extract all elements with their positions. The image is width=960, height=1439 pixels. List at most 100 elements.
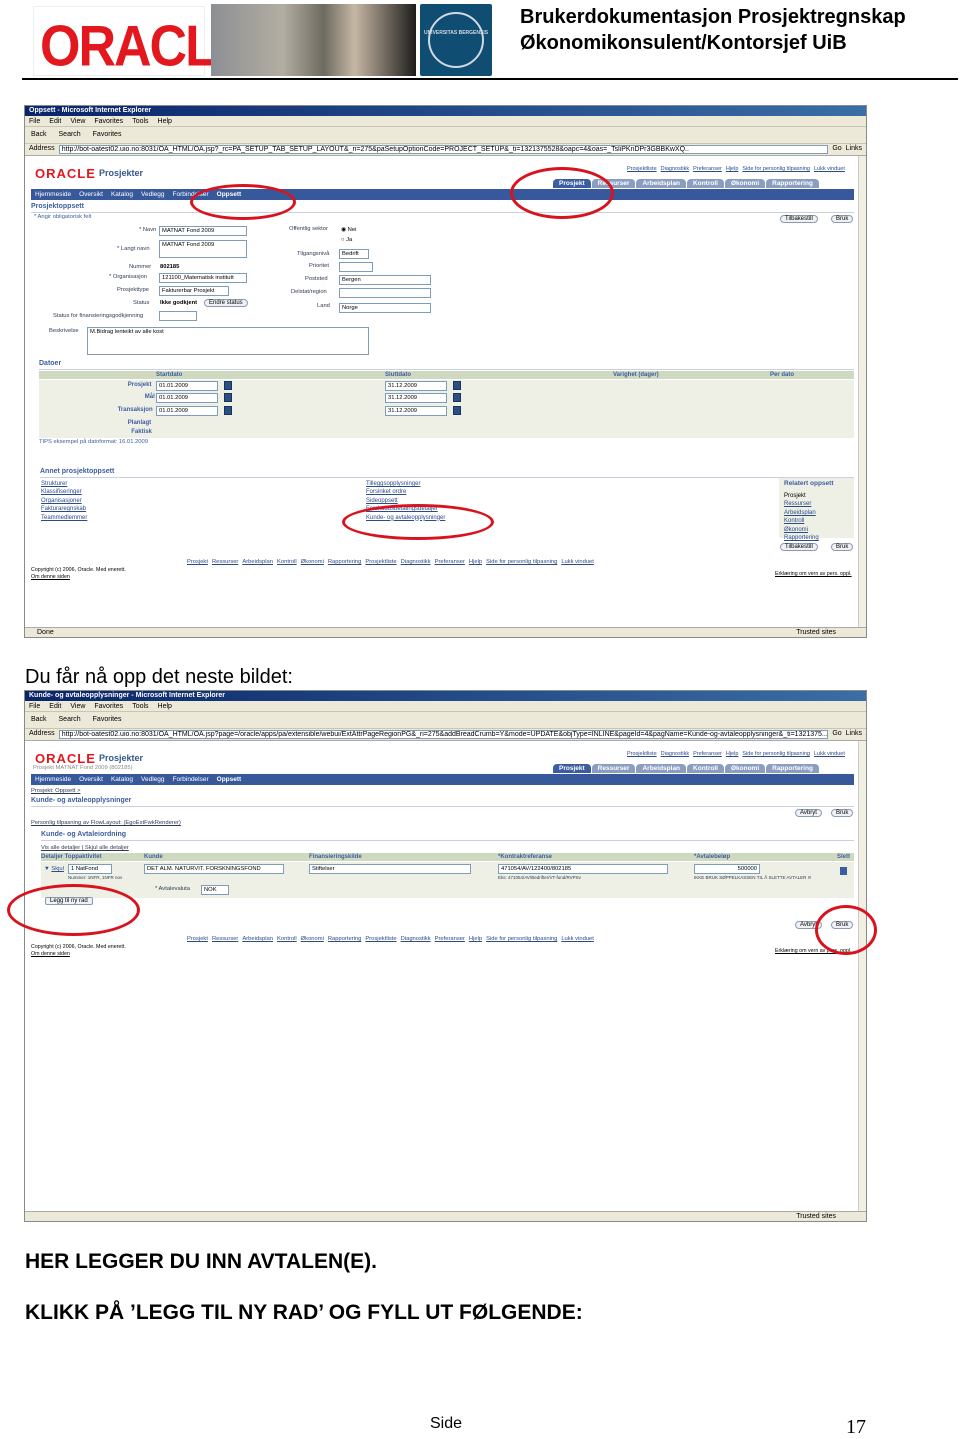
postal-field[interactable]: Bergen: [339, 275, 431, 285]
public-no-radio[interactable]: ◉ Nei: [341, 227, 356, 233]
tab-4[interactable]: Økonomi: [724, 179, 766, 188]
global-link[interactable]: Hjelp: [726, 751, 739, 757]
region-field[interactable]: [339, 288, 431, 298]
about-link[interactable]: Om denne siden: [31, 951, 70, 957]
footer-link[interactable]: Ressurser: [212, 936, 238, 942]
description-field[interactable]: M.Bidrag lenteikt av alle kost: [87, 327, 369, 355]
footer-link[interactable]: Lukk vinduet: [561, 559, 594, 565]
menu-item-edit[interactable]: Edit: [49, 703, 61, 710]
footer-link[interactable]: Side for personlig tilpasning: [486, 559, 557, 565]
global-link[interactable]: Preferanser: [693, 166, 722, 172]
global-link[interactable]: Prosjektliste: [627, 166, 657, 172]
customer-select[interactable]: DET ALM. NATURVIT. FORSKNINGSFOND: [144, 864, 284, 874]
public-yes-radio[interactable]: ○ Ja: [341, 237, 352, 243]
project-type-select[interactable]: Fakturerbar Prosjekt: [159, 286, 229, 296]
footer-link[interactable]: Preferanser: [435, 936, 465, 942]
footer-link[interactable]: Økonomi: [301, 936, 324, 942]
links-button[interactable]: Links: [846, 730, 862, 739]
global-link[interactable]: Diagnostikk: [661, 166, 689, 172]
related-link[interactable]: Økonomi: [784, 526, 819, 534]
calendar-icon[interactable]: [224, 381, 232, 390]
url-field[interactable]: http://bot-oatest02.uio.no:8031/OA_HTML/…: [58, 145, 829, 154]
change-status-button[interactable]: Endre status: [204, 299, 248, 307]
footer-link[interactable]: Preferanser: [435, 559, 465, 565]
nav-item[interactable]: Hjemmeside: [35, 776, 71, 783]
global-link[interactable]: Preferanser: [693, 751, 722, 757]
calendar-icon[interactable]: [453, 406, 461, 415]
tab-3[interactable]: Kontroll: [687, 179, 724, 188]
hide-toggle[interactable]: ▼ Skjul: [44, 866, 64, 872]
menu-item-favorites[interactable]: Favorites: [94, 703, 123, 710]
related-link[interactable]: Kontroll: [784, 517, 819, 525]
global-link[interactable]: Prosjektliste: [627, 751, 657, 757]
footer-link[interactable]: Arbeidsplan: [242, 559, 273, 565]
cancel-button[interactable]: Avbryt: [795, 809, 822, 817]
setup-link[interactable]: Strukturer: [41, 480, 87, 488]
go-button[interactable]: Go: [832, 145, 841, 154]
tab-4[interactable]: Økonomi: [724, 764, 766, 773]
footer-link[interactable]: Kontroll: [277, 936, 297, 942]
global-link[interactable]: Hjelp: [726, 166, 739, 172]
apply-button-bottom[interactable]: Bruk: [831, 543, 854, 551]
calendar-icon[interactable]: [453, 393, 461, 402]
footer-link[interactable]: Prosjekt: [187, 559, 208, 565]
scrollbar[interactable]: [858, 156, 866, 627]
calendar-icon[interactable]: [453, 381, 461, 390]
tab-1[interactable]: Ressurser: [591, 764, 636, 773]
menu-item-file[interactable]: File: [29, 703, 40, 710]
links-button[interactable]: Links: [846, 145, 862, 154]
tab-0[interactable]: Prosjekt: [553, 764, 591, 773]
organisation-field[interactable]: 121100_Matematisk institutt: [159, 273, 247, 283]
nav-item[interactable]: Katalog: [111, 776, 133, 783]
amount-field[interactable]: 500000: [694, 864, 760, 874]
priority-select[interactable]: [339, 262, 373, 272]
footer-link[interactable]: Diagnostikk: [401, 936, 431, 942]
global-link[interactable]: Side for personlig tilpasning: [742, 166, 810, 172]
nav-item[interactable]: Katalog: [111, 191, 133, 198]
search-button[interactable]: Search: [59, 716, 81, 723]
back-button[interactable]: Back: [31, 131, 47, 138]
nav-item[interactable]: Hjemmeside: [35, 191, 71, 198]
end-date-field[interactable]: 31.12.2009: [385, 406, 447, 416]
apply-button[interactable]: Bruk: [831, 809, 854, 817]
related-link[interactable]: Rapportering: [784, 534, 819, 542]
apply-button[interactable]: Bruk: [831, 215, 854, 223]
global-link[interactable]: Lukk vinduet: [814, 166, 845, 172]
show-hide-details[interactable]: Vis alle detaljer | Skjul alle detaljer: [41, 845, 129, 851]
footer-link[interactable]: Diagnostikk: [401, 559, 431, 565]
setup-link[interactable]: Organisasjoner: [41, 497, 87, 505]
financing-status-select[interactable]: [159, 311, 197, 321]
menu-item-view[interactable]: View: [70, 118, 85, 125]
footer-link[interactable]: Rapportering: [328, 936, 362, 942]
country-field[interactable]: Norge: [339, 303, 431, 313]
footer-link[interactable]: Prosjektliste: [365, 559, 396, 565]
menu-item-help[interactable]: Help: [158, 703, 172, 710]
setup-link[interactable]: Klassifiseringer: [41, 488, 87, 496]
related-link[interactable]: Arbeidsplan: [784, 509, 819, 517]
start-date-field[interactable]: 01.01.2009: [156, 381, 218, 391]
contract-field[interactable]: 471054/AV/122400/802185: [498, 864, 668, 874]
nav-item[interactable]: Oversikt: [79, 776, 103, 783]
url-field[interactable]: http://bot-oatest02.uio.no:8031/OA_HTML/…: [58, 730, 829, 739]
funding-select[interactable]: Stiftelser: [309, 864, 471, 874]
menu-item-tools[interactable]: Tools: [132, 703, 148, 710]
menu-item-help[interactable]: Help: [158, 118, 172, 125]
menu-item-file[interactable]: File: [29, 118, 40, 125]
nav-item[interactable]: Oversikt: [79, 191, 103, 198]
personalize-link[interactable]: Personlig tilpasning av FlowLayout: (Ego…: [31, 820, 181, 826]
calendar-icon[interactable]: [224, 406, 232, 415]
privacy-link[interactable]: Erklæring om vern av pers. oppl.: [775, 571, 852, 577]
global-link[interactable]: Lukk vinduet: [814, 751, 845, 757]
menu-item-tools[interactable]: Tools: [132, 118, 148, 125]
go-button[interactable]: Go: [832, 730, 841, 739]
global-link[interactable]: Diagnostikk: [661, 751, 689, 757]
favorites-button[interactable]: Favorites: [93, 716, 122, 723]
activity-select[interactable]: 1 NatFond: [68, 864, 112, 874]
start-date-field[interactable]: 01.01.2009: [156, 393, 218, 403]
tab-5[interactable]: Rapportering: [766, 179, 819, 188]
footer-link[interactable]: Rapportering: [328, 559, 362, 565]
end-date-field[interactable]: 31.12.2009: [385, 381, 447, 391]
global-link[interactable]: Side for personlig tilpasning: [742, 751, 810, 757]
about-link[interactable]: Om denne siden: [31, 574, 70, 580]
nav-item[interactable]: Forbindelser: [173, 776, 209, 783]
